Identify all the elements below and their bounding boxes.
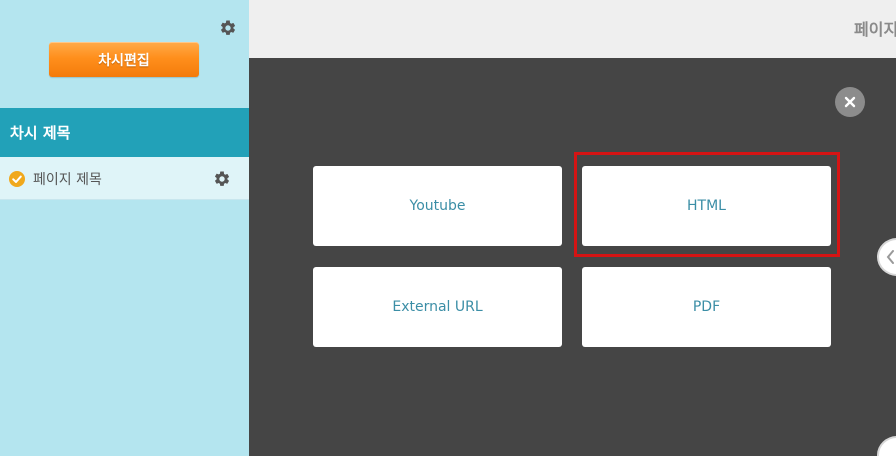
edit-chapter-button[interactable]: 차시편집 bbox=[49, 42, 199, 77]
sidebar-item-page[interactable]: 페이지 제목 bbox=[0, 157, 249, 200]
page-title: 페이지 제목 bbox=[854, 20, 896, 39]
gear-icon[interactable] bbox=[219, 19, 237, 37]
check-circle-icon bbox=[9, 171, 25, 187]
collapse-toggle-button[interactable] bbox=[877, 238, 896, 276]
youtube-option-button[interactable]: Youtube bbox=[313, 166, 562, 246]
html-option-button[interactable]: HTML bbox=[582, 166, 831, 246]
top-bar: 페이지 제목 bbox=[249, 0, 896, 58]
external-url-option-button[interactable]: External URL bbox=[313, 267, 562, 347]
close-icon bbox=[844, 93, 856, 112]
content-type-modal: Youtube HTML External URL PDF bbox=[249, 58, 896, 456]
page-item-label: 페이지 제목 bbox=[33, 172, 102, 188]
app-root: 차시편집 차시 제목 페이지 제목 페이지 제목 bbox=[0, 0, 896, 456]
scroll-toggle-button[interactable] bbox=[877, 436, 896, 456]
pdf-option-button[interactable]: PDF bbox=[582, 267, 831, 347]
close-button[interactable] bbox=[835, 87, 865, 117]
sidebar: 차시편집 차시 제목 페이지 제목 bbox=[0, 0, 249, 456]
gear-icon[interactable] bbox=[213, 170, 231, 188]
chapter-title[interactable]: 차시 제목 bbox=[0, 108, 249, 157]
